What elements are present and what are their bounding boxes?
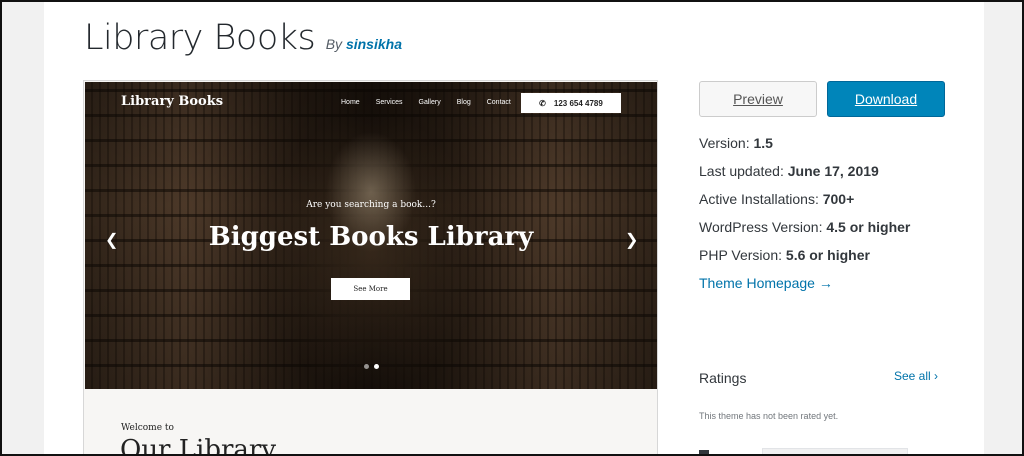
- see-more-button: See More: [331, 278, 410, 300]
- rating-bar: [762, 448, 908, 456]
- meta-homepage: Theme Homepage →: [699, 274, 910, 302]
- nav-home: Home: [341, 99, 360, 106]
- updated-value: June 17, 2019: [787, 163, 879, 179]
- author-byline: By sinsikha: [326, 36, 402, 52]
- meta-wp-version: WordPress Version: 4.5 or higher: [699, 218, 910, 246]
- theme-homepage-link[interactable]: Theme Homepage →: [699, 275, 833, 291]
- welcome-heading: Our Library: [120, 435, 277, 456]
- theme-title: Library Books: [84, 18, 316, 58]
- see-all-ratings-link[interactable]: See all ›: [894, 369, 938, 383]
- author-link[interactable]: sinsikha: [346, 36, 402, 52]
- see-all-label: See all: [894, 369, 931, 383]
- hero-banner: Library Books Home Services Gallery Blog…: [85, 82, 657, 389]
- nav-blog: Blog: [456, 99, 471, 106]
- php-value: 5.6 or higher: [785, 247, 870, 263]
- installs-value: 700+: [822, 191, 855, 207]
- wp-value: 4.5 or higher: [826, 219, 911, 235]
- wp-label: WordPress Version:: [699, 219, 823, 235]
- site-logo: Library Books: [121, 94, 224, 109]
- phone-icon: ✆: [539, 98, 546, 108]
- slider-dots: [364, 364, 379, 369]
- meta-php-version: PHP Version: 5.6 or higher: [699, 246, 910, 274]
- by-label: By: [325, 36, 343, 52]
- title-row: Library Books By sinsikha: [84, 18, 402, 58]
- site-nav: Home Services Gallery Blog Contact: [341, 99, 527, 106]
- ratings-title: Ratings: [699, 370, 747, 386]
- download-button[interactable]: Download: [827, 81, 945, 117]
- version-value: 1.5: [753, 135, 773, 151]
- theme-screenshot: Library Books Home Services Gallery Blog…: [83, 80, 658, 456]
- installs-label: Active Installations:: [699, 191, 819, 207]
- phone-number: 123 654 4789: [553, 98, 603, 108]
- theme-meta: Version: 1.5 Last updated: June 17, 2019…: [699, 134, 910, 302]
- not-rated-text: This theme has not been rated yet.: [699, 411, 839, 421]
- preview-button[interactable]: Preview: [699, 81, 817, 117]
- meta-last-updated: Last updated: June 17, 2019: [699, 162, 910, 190]
- slider-dot-active: [374, 364, 379, 369]
- hero-headline: Biggest Books Library: [208, 222, 534, 252]
- welcome-small: Welcome to: [121, 423, 174, 433]
- phone-button: ✆ 123 654 4789: [521, 93, 621, 113]
- nav-services: Services: [375, 99, 403, 106]
- meta-active-installs: Active Installations: 700+: [699, 190, 910, 218]
- nav-contact: Contact: [486, 99, 511, 106]
- meta-version: Version: 1.5: [699, 134, 910, 162]
- nav-gallery: Gallery: [418, 99, 441, 106]
- rating-star-label: [699, 450, 709, 456]
- version-label: Version:: [699, 135, 750, 151]
- hero-tagline: Are you searching a book...?: [306, 200, 436, 210]
- chevron-right-icon: ›: [934, 369, 939, 383]
- slider-dot: [364, 364, 369, 369]
- php-label: PHP Version:: [699, 247, 783, 263]
- updated-label: Last updated:: [699, 163, 784, 179]
